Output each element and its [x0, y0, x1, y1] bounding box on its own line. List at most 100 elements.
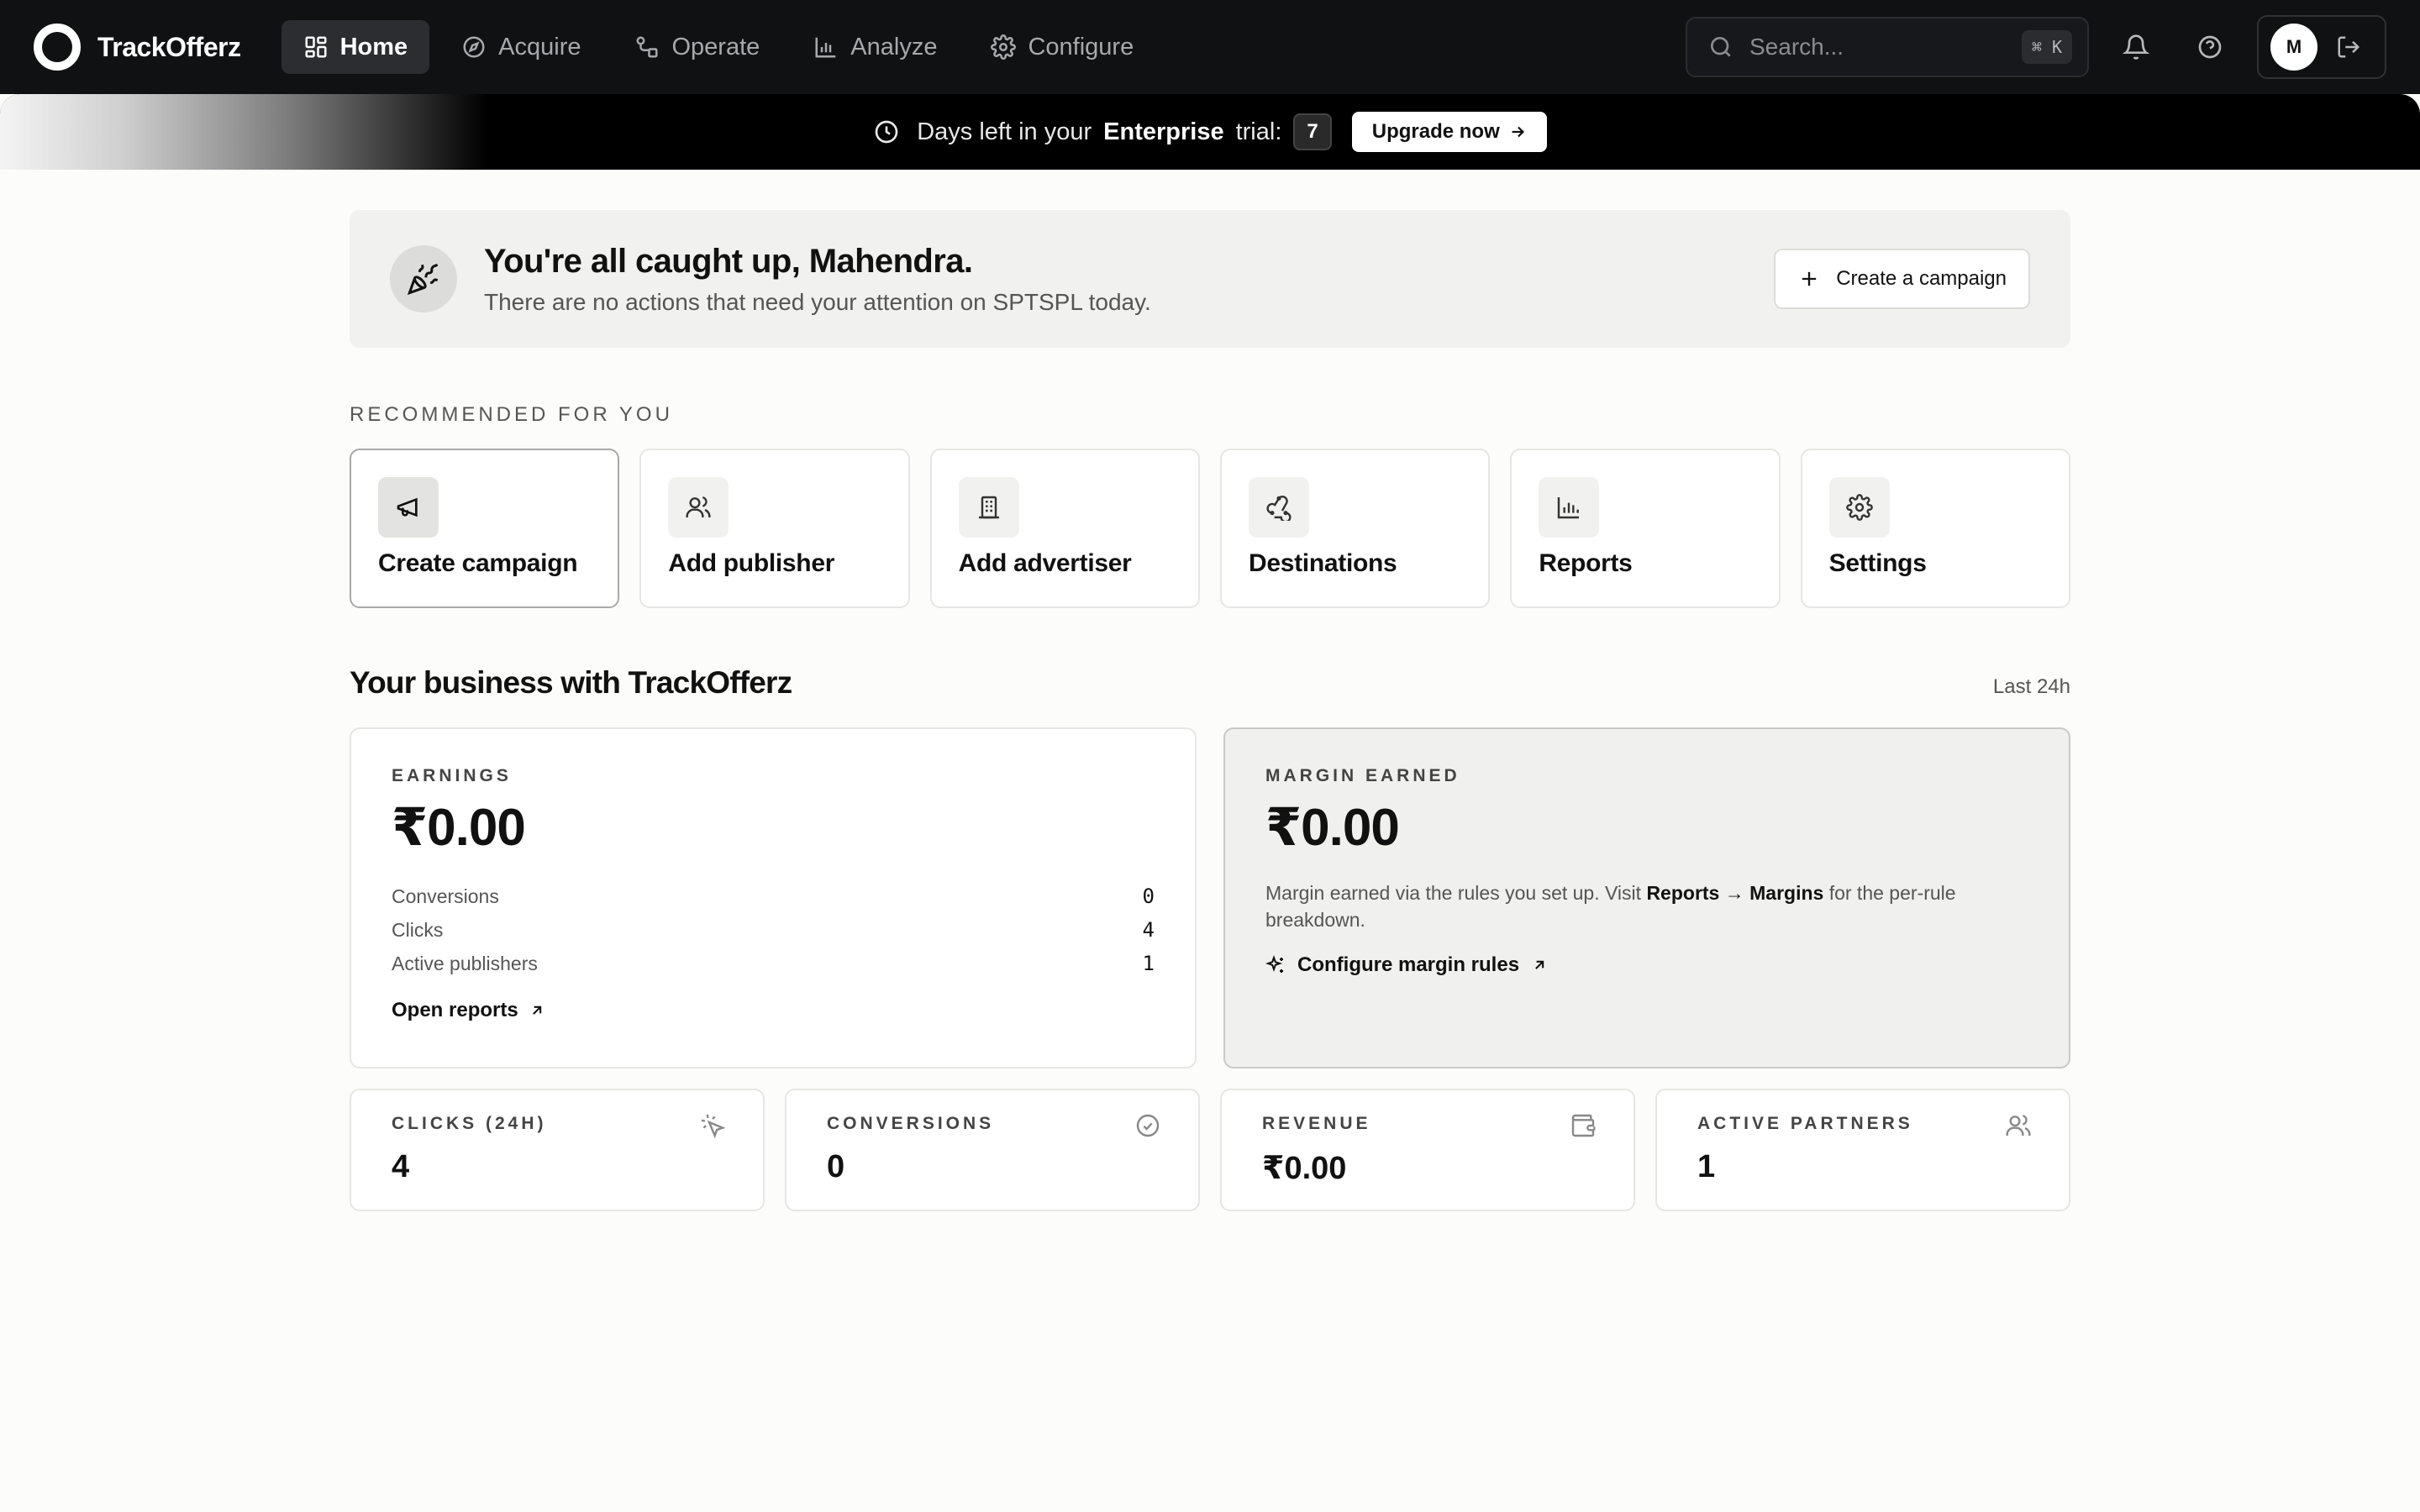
rec-card-label: Add publisher — [668, 549, 835, 577]
compass-icon — [461, 34, 487, 60]
avatar[interactable]: M — [2270, 24, 2317, 71]
nav-item-operate[interactable]: Operate — [613, 20, 781, 74]
stat-value: 4 — [1142, 918, 1155, 942]
operate-icon — [634, 34, 660, 60]
kpi-label: CLICKS (24H) — [392, 1114, 547, 1133]
help-button[interactable] — [2183, 20, 2237, 74]
rec-card-label: Settings — [1828, 549, 1927, 577]
clock-icon — [873, 118, 905, 145]
rec-card-add-publisher[interactable]: Add publisher — [639, 449, 910, 608]
stat-label: Conversions — [392, 885, 499, 907]
kpi-clicks: CLICKS (24H) 4 — [350, 1089, 765, 1211]
stat-value: 0 — [1142, 885, 1155, 908]
webhook-icon — [1248, 477, 1309, 538]
rec-card-label: Add advertiser — [958, 549, 1132, 577]
caught-up-text: You're all caught up, Mahendra. There ar… — [484, 243, 1151, 316]
brand[interactable]: TrackOfferz — [34, 24, 241, 71]
nav-item-configure[interactable]: Configure — [969, 20, 1155, 74]
rec-card-destinations[interactable]: Destinations — [1219, 449, 1491, 608]
nav-label: Configure — [1028, 33, 1134, 60]
kpi-value: 4 — [392, 1149, 410, 1184]
rec-card-add-advertiser[interactable]: Add advertiser — [929, 449, 1200, 608]
margin-value: ₹0.00 — [1265, 799, 1400, 857]
nav-label: Analyze — [850, 33, 938, 60]
margin-description: Margin earned via the rules you set up. … — [1265, 879, 2005, 933]
earnings-card: EARNINGS ₹0.00 Conversions 0 Clicks 4 Ac… — [350, 727, 1197, 1068]
earnings-label: EARNINGS — [392, 766, 512, 785]
nav-label: Home — [339, 33, 408, 60]
trial-plan: Enterprise — [1103, 118, 1224, 145]
kpi-label: ACTIVE PARTNERS — [1697, 1114, 1913, 1133]
user-menu: M — [2257, 15, 2386, 79]
margin-label: MARGIN EARNED — [1265, 766, 1460, 785]
arrow-right-icon — [1508, 123, 1527, 141]
kpi-revenue: REVENUE ₹0.00 — [1220, 1089, 1635, 1211]
stat-row-clicks: Clicks 4 — [392, 913, 1155, 947]
help-circle-icon — [2196, 34, 2223, 60]
margin-desc-link[interactable]: Reports → Margins — [1646, 882, 1823, 904]
create-campaign-button[interactable]: Create a campaign — [1774, 249, 2030, 309]
kpi-value: 0 — [827, 1149, 845, 1184]
search-placeholder: Search... — [1749, 34, 1844, 60]
rec-card-label: Destinations — [1248, 549, 1397, 577]
topbar-actions: Search... ⌘ K M — [1686, 15, 2386, 79]
upgrade-button[interactable]: Upgrade now — [1351, 112, 1547, 152]
caught-up-subtitle: There are no actions that need your atte… — [484, 288, 1151, 315]
stat-row-conversions: Conversions 0 — [392, 879, 1155, 913]
nav-item-acquire[interactable]: Acquire — [439, 20, 602, 74]
arrow-up-right-icon — [529, 1002, 545, 1019]
business-header: Your business with TrackOfferz Last 24h — [350, 665, 2070, 701]
kpi-row: CLICKS (24H) 4 CONVERSIONS 0 REVENUE ₹0.… — [350, 1089, 2070, 1211]
check-circle-icon — [1134, 1112, 1161, 1139]
configure-margin-label: Configure margin rules — [1297, 953, 1520, 976]
rec-card-reports[interactable]: Reports — [1510, 449, 1781, 608]
rec-card-settings[interactable]: Settings — [1800, 449, 2070, 608]
main-content: You're all caught up, Mahendra. There ar… — [350, 210, 2070, 1211]
trial-prefix: Days left in your — [917, 118, 1092, 145]
cursor-click-icon — [699, 1112, 726, 1139]
nav-item-analyze[interactable]: Analyze — [792, 20, 959, 74]
upgrade-label: Upgrade now — [1371, 120, 1500, 143]
recommended-grid: Create campaign Add publisher Add advert… — [350, 449, 2070, 608]
kpi-label: REVENUE — [1262, 1114, 1371, 1133]
rec-card-label: Create campaign — [378, 549, 578, 577]
bar-chart-icon — [1539, 477, 1600, 538]
top-nav-bar: TrackOfferz Home Acquire Operate Analyze — [0, 0, 2420, 94]
gear-icon — [991, 34, 1017, 60]
plus-icon — [1797, 267, 1821, 291]
caught-up-panel: You're all caught up, Mahendra. There ar… — [350, 210, 2070, 348]
search-shortcut: ⌘ K — [2021, 30, 2072, 64]
notifications-button[interactable] — [2109, 20, 2163, 74]
caught-up-title: You're all caught up, Mahendra. — [484, 242, 973, 280]
configure-margin-rules-link[interactable]: Configure margin rules — [1265, 953, 2028, 977]
trial-suffix: trial: — [1235, 118, 1282, 145]
open-reports-link[interactable]: Open reports — [392, 999, 1155, 1022]
sparkles-icon — [1265, 955, 1286, 975]
stat-label: Active publishers — [392, 952, 538, 974]
search-input[interactable]: Search... ⌘ K — [1686, 17, 2089, 77]
stat-row-active-publishers: Active publishers 1 — [392, 947, 1155, 980]
margin-desc-prefix: Margin earned via the rules you set up. … — [1265, 882, 1642, 904]
megaphone-icon — [378, 477, 439, 538]
banner-gradient — [0, 94, 487, 170]
party-popper-icon — [390, 245, 457, 312]
earnings-stats: Conversions 0 Clicks 4 Active publishers… — [392, 879, 1155, 980]
brand-name: TrackOfferz — [97, 31, 241, 62]
business-title: Your business with TrackOfferz — [350, 665, 792, 700]
bar-chart-icon — [813, 34, 839, 60]
gear-icon — [1828, 477, 1890, 538]
kpi-active-partners: ACTIVE PARTNERS 1 — [1655, 1089, 2070, 1211]
recommended-heading: RECOMMENDED FOR YOU — [350, 403, 673, 426]
stat-value: 1 — [1142, 952, 1155, 975]
open-reports-label: Open reports — [392, 999, 518, 1021]
nav-item-home[interactable]: Home — [281, 20, 430, 74]
search-icon — [1707, 34, 1734, 60]
users-icon — [668, 477, 729, 538]
rec-card-label: Reports — [1539, 549, 1633, 577]
logout-icon[interactable] — [2336, 34, 2361, 60]
business-cards: EARNINGS ₹0.00 Conversions 0 Clicks 4 Ac… — [350, 727, 2070, 1068]
main-nav: Home Acquire Operate Analyze Configure — [281, 20, 1156, 74]
rec-card-create-campaign[interactable]: Create campaign — [350, 449, 620, 608]
create-campaign-label: Create a campaign — [1836, 267, 2007, 290]
nav-label: Acquire — [498, 33, 581, 60]
